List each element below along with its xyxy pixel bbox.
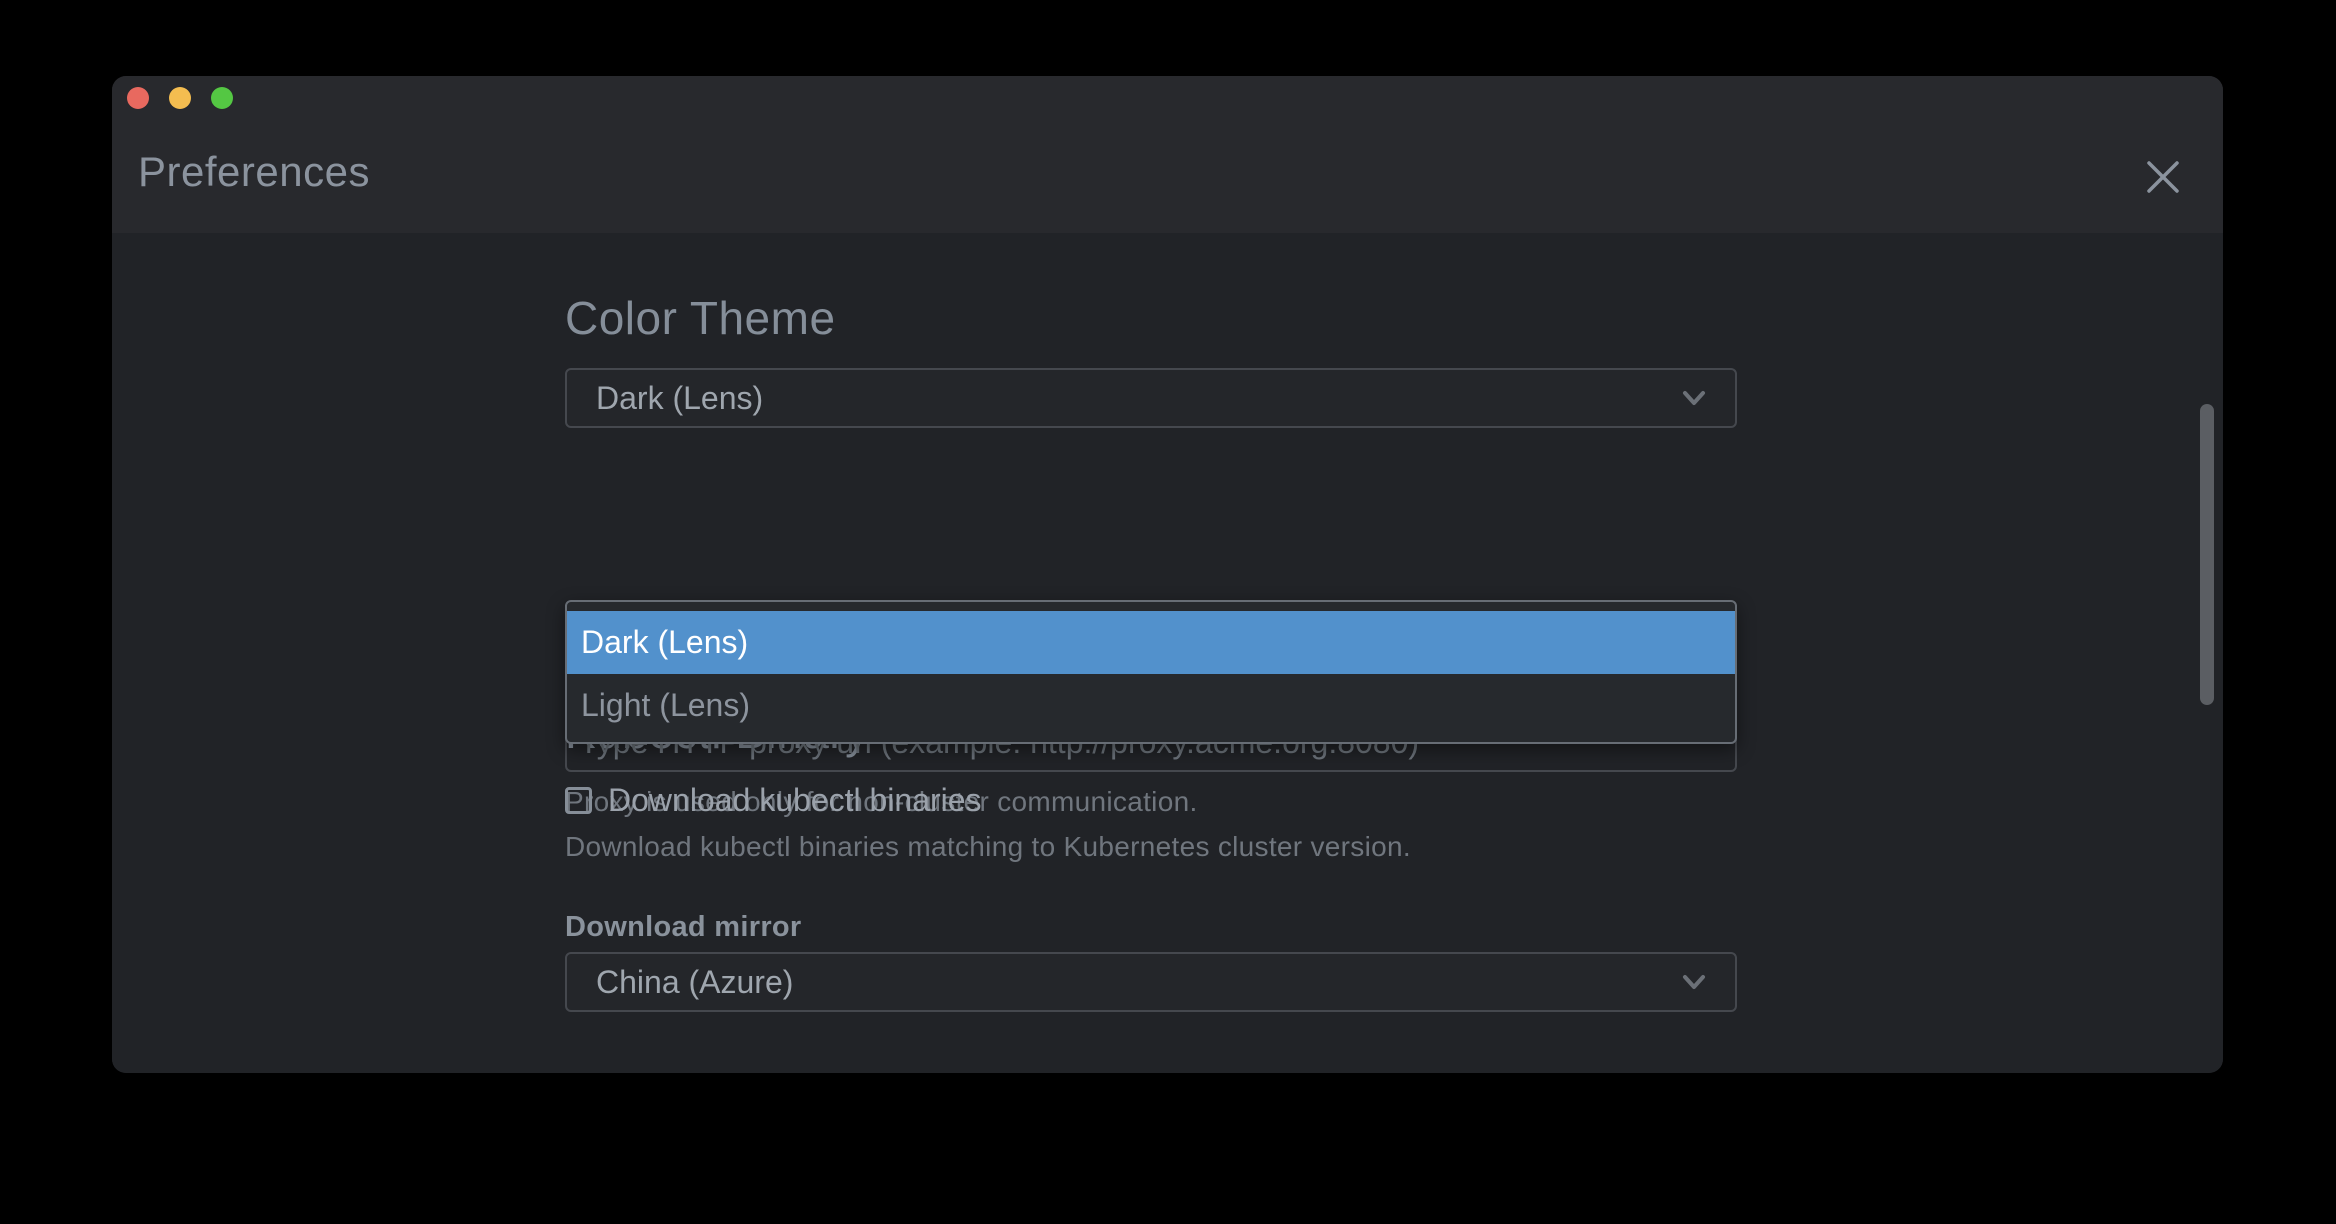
window-titlebar: Preferences: [112, 76, 2223, 233]
section-heading-color-theme: Color Theme: [565, 291, 836, 345]
chevron-down-icon: [1677, 965, 1711, 999]
preferences-content: Color Theme Dark (Lens) Dark (Lens) Ligh…: [112, 233, 2223, 1073]
close-icon: [2142, 156, 2184, 198]
download-mirror-label: Download mirror: [565, 911, 802, 944]
dropdown-option-light-lens[interactable]: Light (Lens): [567, 674, 1735, 737]
download-mirror-select-value: China (Azure): [596, 964, 1677, 1001]
minimize-traffic-light-icon[interactable]: [169, 87, 191, 109]
page-title: Preferences: [138, 148, 370, 196]
preferences-window: Preferences Color Theme Dark (Lens) Dark…: [112, 76, 2223, 1073]
download-kubectl-checkbox-label: Download kubectl binaries: [608, 782, 982, 819]
color-theme-dropdown-menu: Dark (Lens) Light (Lens): [565, 600, 1737, 744]
chevron-down-icon: [1677, 381, 1711, 415]
download-kubectl-checkbox-row[interactable]: Download kubectl binaries: [565, 782, 982, 819]
color-theme-select[interactable]: Dark (Lens): [565, 368, 1737, 428]
kubectl-helper-text: Download kubectl binaries matching to Ku…: [565, 831, 1411, 863]
close-button[interactable]: [2140, 154, 2186, 200]
close-traffic-light-icon[interactable]: [127, 87, 149, 109]
download-mirror-select[interactable]: China (Azure): [565, 952, 1737, 1012]
color-theme-select-value: Dark (Lens): [596, 380, 1677, 417]
scrollbar-thumb[interactable]: [2200, 404, 2214, 705]
zoom-traffic-light-icon[interactable]: [211, 87, 233, 109]
download-kubectl-checkbox[interactable]: [565, 787, 592, 814]
traffic-lights: [127, 87, 233, 109]
dropdown-option-dark-lens[interactable]: Dark (Lens): [567, 611, 1735, 674]
